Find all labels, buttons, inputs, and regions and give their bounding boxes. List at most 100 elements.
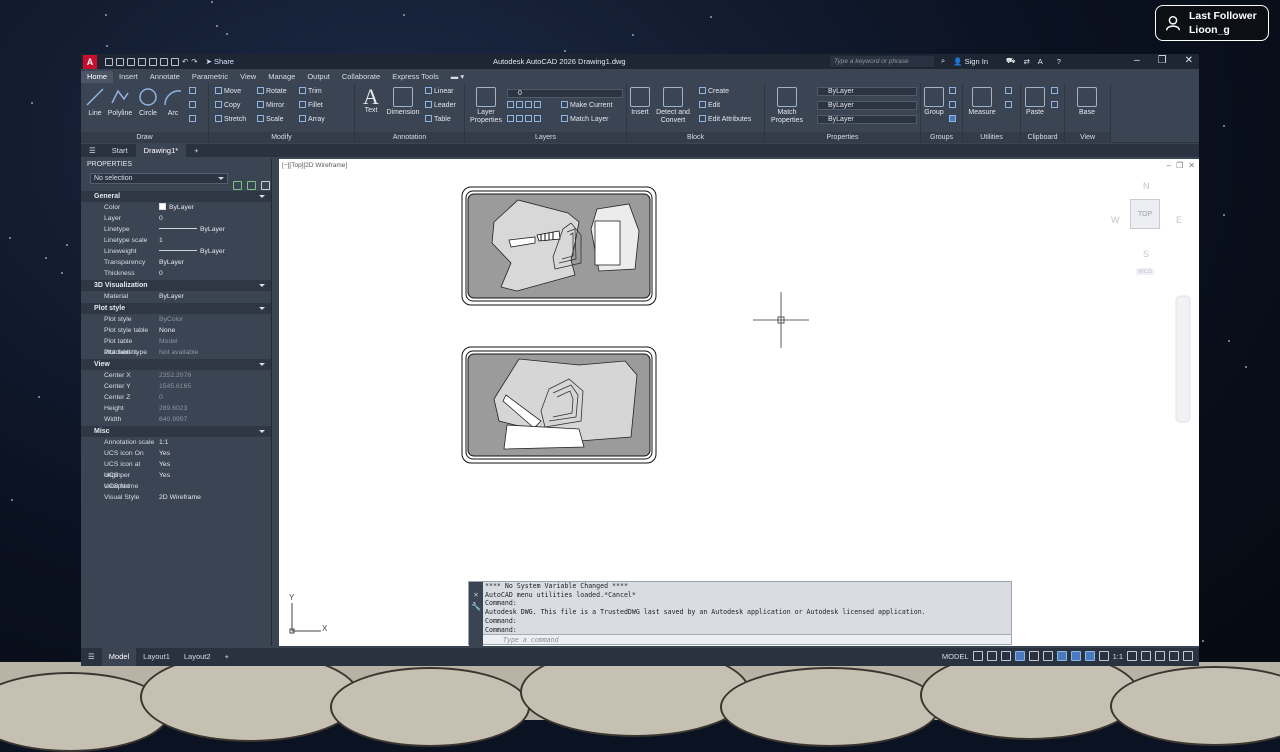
tab-layout1[interactable]: Layout1	[136, 648, 177, 666]
viewcube-west[interactable]: W	[1111, 215, 1120, 225]
line-button[interactable]: Line	[84, 87, 106, 118]
property-value[interactable]: Yes	[157, 470, 271, 481]
property-value[interactable]: 0	[157, 392, 271, 403]
property-row[interactable]: Center Z 0	[81, 392, 271, 403]
property-value[interactable]: 2352.2078	[157, 370, 271, 381]
property-row[interactable]: UCS Name	[81, 481, 271, 492]
property-row[interactable]: Thickness 0	[81, 268, 271, 279]
dynamic-input-icon[interactable]	[1000, 651, 1011, 661]
minimize-icon[interactable]: –	[1134, 55, 1140, 66]
property-value[interactable]: Model	[157, 336, 271, 347]
property-value[interactable]: ByLayer	[157, 257, 271, 268]
navigation-bar[interactable]	[1175, 295, 1191, 423]
property-row[interactable]: Transparency ByLayer	[81, 257, 271, 268]
stretch-button[interactable]: Stretch	[215, 115, 246, 125]
drawing-canvas[interactable]: [−][Top][2D Wireframe] Y X N W E S TOP W…	[279, 159, 1199, 646]
property-row[interactable]: Visual Style 2D Wireframe	[81, 492, 271, 503]
plot-icon[interactable]	[171, 57, 179, 66]
make-current-button[interactable]: Make Current	[561, 101, 612, 111]
viewcube-north[interactable]: N	[1143, 181, 1150, 191]
section-misc[interactable]: Misc	[81, 426, 271, 437]
match-properties-button[interactable]: Match Properties	[769, 87, 805, 125]
insert-button[interactable]: Insert	[629, 87, 651, 117]
tab-parametric[interactable]: Parametric	[186, 71, 234, 83]
trim-button[interactable]: Trim	[299, 87, 322, 97]
property-row[interactable]: Plot style ByColor	[81, 314, 271, 325]
viewcube-south[interactable]: S	[1143, 249, 1149, 259]
calculator-icon[interactable]	[1005, 87, 1014, 97]
property-row[interactable]: Layer 0	[81, 213, 271, 224]
edit-attributes-button[interactable]: Edit Attributes	[699, 115, 751, 125]
ribbon-options-icon[interactable]: ▬ ▾	[445, 71, 470, 83]
rectangle-icon[interactable]	[189, 87, 198, 97]
edit-block-button[interactable]: Edit	[699, 101, 720, 111]
search-input[interactable]: Type a keyword or phrase	[830, 56, 934, 67]
grid-icon[interactable]	[972, 651, 983, 661]
menu-icon[interactable]: ☰	[81, 144, 104, 157]
workspace-gear-icon[interactable]	[1127, 651, 1137, 661]
table-button[interactable]: Table	[425, 115, 451, 125]
customization-menu-icon[interactable]	[1183, 651, 1193, 661]
new-tab-icon[interactable]: +	[186, 144, 206, 157]
property-row[interactable]: UCS icon at origin Yes	[81, 459, 271, 479]
text-button[interactable]: A Text	[359, 86, 383, 115]
property-value[interactable]: None	[157, 325, 271, 336]
property-row[interactable]: UCS icon On Yes	[81, 448, 271, 459]
tab-layout2[interactable]: Layout2	[177, 648, 218, 666]
sign-in-button[interactable]: 👤 Sign In	[953, 57, 988, 66]
property-value[interactable]: 1:1	[157, 437, 271, 448]
property-row[interactable]: Linetype scale 1	[81, 235, 271, 246]
viewcube-top-face[interactable]: TOP	[1130, 199, 1160, 229]
tab-model[interactable]: Model	[101, 648, 137, 666]
property-value[interactable]: ByColor	[157, 314, 271, 325]
match-layer-button[interactable]: Match Layer	[561, 115, 609, 125]
viewcube-east[interactable]: E	[1176, 215, 1182, 225]
property-row[interactable]: Plot style table None	[81, 325, 271, 336]
create-block-button[interactable]: Create	[699, 87, 729, 97]
group-selection-icon[interactable]	[949, 115, 958, 125]
polyline-button[interactable]: Polyline	[106, 87, 134, 118]
property-row[interactable]: Plot table attached to Model	[81, 336, 271, 356]
object-snap-icon[interactable]	[1070, 651, 1081, 661]
property-value[interactable]: 640.9997	[157, 414, 271, 425]
block-panel-title[interactable]: Block	[627, 132, 764, 143]
polar-icon[interactable]	[1028, 651, 1039, 661]
property-row[interactable]: Color ByLayer	[81, 202, 271, 213]
layer-dropdown[interactable]: 0	[507, 89, 623, 98]
tab-view[interactable]: View	[234, 71, 262, 83]
boundary-icon[interactable]	[189, 115, 198, 125]
command-input[interactable]: Type a command	[483, 634, 1011, 644]
section-viz[interactable]: 3D Visualization	[81, 280, 271, 291]
exchange-icon[interactable]: ⇄	[1023, 57, 1029, 66]
isodraft-icon[interactable]	[1042, 651, 1053, 661]
base-button[interactable]: Base	[1075, 87, 1099, 117]
property-row[interactable]: Center Y 1545.6165	[81, 381, 271, 392]
autodesk-icon[interactable]: A	[1038, 57, 1043, 66]
properties-ribbon-panel-title[interactable]: Properties	[765, 132, 920, 143]
fillet-button[interactable]: Fillet	[299, 101, 323, 111]
detect-convert-button[interactable]: Detect and Convert	[653, 87, 693, 125]
autocad-logo-button[interactable]: A	[83, 54, 97, 69]
linetype-dropdown[interactable]: ByLayer	[817, 101, 917, 110]
property-value[interactable]: Not available	[157, 347, 271, 358]
clipboard-panel-title[interactable]: Clipboard	[1021, 132, 1064, 143]
property-row[interactable]: Annotation scale 1:1	[81, 437, 271, 448]
wcs-menu[interactable]: WCS	[1136, 269, 1154, 275]
measure-button[interactable]: Measure	[965, 87, 999, 117]
section-plot[interactable]: Plot style	[81, 303, 271, 314]
property-row[interactable]: Lineweight ByLayer	[81, 246, 271, 257]
share-button[interactable]: ➤ Share	[206, 57, 234, 66]
layer-tool-icons-row1[interactable]	[507, 101, 543, 111]
property-row[interactable]: UCS per viewport Yes	[81, 470, 271, 490]
viewcube[interactable]: N W E S TOP WCS	[1108, 179, 1188, 279]
close-icon[interactable]: ✕	[1185, 55, 1193, 66]
move-button[interactable]: Move	[215, 87, 241, 97]
save-icon[interactable]	[127, 57, 135, 66]
auto-scale-icon[interactable]	[1098, 651, 1109, 661]
tab-start[interactable]: Start	[104, 144, 136, 157]
annotation-visibility-icon[interactable]	[1084, 651, 1095, 661]
draw-panel-title[interactable]: Draw	[81, 132, 208, 143]
property-value[interactable]: 289.6023	[157, 403, 271, 414]
group-edit-icon[interactable]	[949, 101, 958, 111]
ungroup-icon[interactable]	[949, 87, 958, 97]
